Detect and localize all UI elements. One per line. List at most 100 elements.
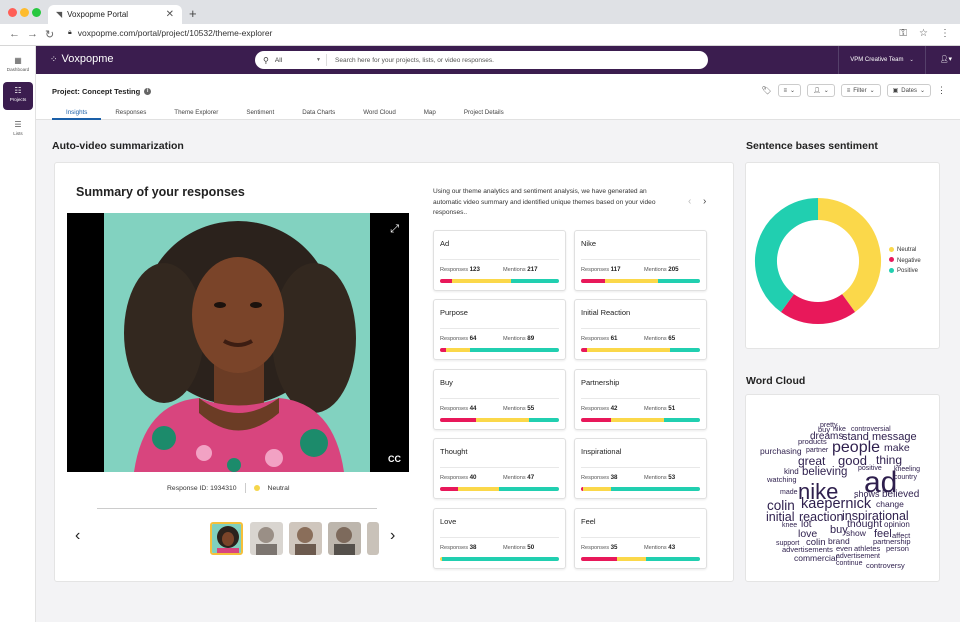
tag-icon[interactable]: 🏷︎ [761, 86, 771, 95]
word-cloud-word[interactable]: commercial [794, 554, 837, 563]
maximize-window-button[interactable] [32, 8, 41, 17]
rail-item-lists[interactable]: ☰ Lists [3, 116, 33, 144]
word-cloud-word[interactable]: make [884, 443, 910, 454]
fullscreen-icon[interactable]: ⤢ [390, 223, 399, 236]
previous-response-arrow-icon[interactable]: ‹ [75, 527, 80, 545]
neutral-segment [457, 487, 500, 491]
donut-slice-negative[interactable] [780, 293, 856, 324]
theme-card[interactable]: Ad Responses 123 Mentions 217 [433, 230, 566, 291]
word-cloud-word[interactable]: athletes [854, 545, 880, 553]
dates-button[interactable]: ▣ Dates ⌄ [886, 84, 931, 97]
next-page-arrow-icon[interactable]: › [703, 196, 706, 207]
respondent-button[interactable]: 👤︎ ⌄ [807, 84, 835, 97]
tab-project-details[interactable]: Project Details [450, 109, 518, 120]
word-cloud-word[interactable]: believing [802, 466, 847, 479]
donut-slice-positive[interactable] [755, 198, 819, 312]
word-cloud-word[interactable]: purchasing [760, 447, 802, 456]
previous-page-arrow-icon[interactable]: ‹ [688, 196, 691, 207]
word-cloud-word[interactable]: kneeling [894, 466, 920, 473]
divider [440, 398, 559, 399]
tab-sentiment[interactable]: Sentiment [232, 109, 288, 120]
responses-label: Responses [440, 545, 468, 551]
next-response-arrow-icon[interactable]: › [390, 527, 395, 545]
positive-segment [511, 279, 559, 283]
key-icon[interactable]: ⚿ [899, 28, 907, 39]
theme-mentions: Mentions 53 [644, 474, 675, 481]
theme-card[interactable]: Feel Responses 35 Mentions 43 [574, 508, 707, 569]
theme-card[interactable]: Nike Responses 117 Mentions 205 [574, 230, 707, 291]
close-window-button[interactable] [8, 8, 17, 17]
rail-item-projects[interactable]: ☷ Projects [3, 82, 33, 110]
video-player[interactable]: ⤢ CC [67, 213, 409, 472]
donut-slice-neutral[interactable] [817, 198, 881, 312]
theme-card[interactable]: Thought Responses 40 Mentions 47 [433, 438, 566, 499]
more-options-icon[interactable]: ⋮ [937, 85, 946, 96]
tab-word-cloud[interactable]: Word Cloud [349, 109, 410, 120]
word-cloud-word[interactable]: person [886, 545, 909, 553]
word-cloud-word[interactable]: continue [836, 560, 862, 567]
word-cloud-word[interactable]: change [876, 500, 904, 509]
calendar-icon: ▣ [892, 88, 899, 94]
tab-data-charts[interactable]: Data Charts [288, 109, 349, 120]
browser-menu-icon[interactable]: ⋮ [940, 28, 950, 39]
sentiment-heading: Sentence bases sentiment [746, 140, 878, 152]
word-cloud-word[interactable]: advertisement [836, 553, 880, 560]
response-thumbnail[interactable] [367, 522, 379, 555]
rail-item-dashboard[interactable]: ▦ Dashboard [3, 52, 33, 80]
voxpopme-logo[interactable]: ⁘ Voxpopme [50, 53, 114, 65]
theme-card[interactable]: Inspirational Responses 38 Mentions 53 [574, 438, 707, 499]
theme-card[interactable]: Initial Reaction Responses 61 Mentions 65 [574, 299, 707, 360]
negative-segment [440, 279, 452, 283]
divider [581, 259, 700, 260]
response-thumbnail[interactable] [250, 522, 283, 555]
respondent-portrait-image [104, 213, 370, 472]
word-cloud-word[interactable]: watching [767, 476, 797, 484]
theme-mentions: Mentions 89 [503, 335, 534, 342]
response-thumbnail[interactable] [210, 522, 243, 555]
responses-label: Responses [581, 545, 609, 551]
theme-mentions: Mentions 43 [644, 544, 675, 551]
negative-segment [581, 279, 605, 283]
filter-button[interactable]: ≡ Filter ⌄ [840, 84, 881, 97]
positive-segment [670, 348, 700, 352]
tab-theme-explorer[interactable]: Theme Explorer [160, 109, 232, 120]
info-icon[interactable]: i [144, 88, 152, 95]
theme-mentions: Mentions 47 [503, 474, 534, 481]
bookmark-star-icon[interactable]: ☆ [919, 28, 928, 39]
word-cloud-word[interactable]: even [836, 545, 852, 553]
back-icon[interactable]: ← [9, 28, 20, 40]
minimize-window-button[interactable] [20, 8, 29, 17]
search-input[interactable]: Search here for your projects, lists, or… [327, 57, 494, 64]
theme-card[interactable]: Buy Responses 44 Mentions 55 [433, 369, 566, 430]
positive-swatch [889, 267, 894, 273]
close-tab-icon[interactable]: ✕ [166, 9, 174, 20]
theme-card[interactable]: Love Responses 38 Mentions 50 [433, 508, 566, 569]
word-cloud-word[interactable]: made [780, 489, 798, 496]
theme-card[interactable]: Purpose Responses 64 Mentions 89 [433, 299, 566, 360]
project-title: Project: Concept Testing i [52, 87, 152, 96]
response-thumbnail[interactable] [289, 522, 322, 555]
word-cloud-word[interactable]: knee [782, 522, 797, 529]
word-cloud-word[interactable]: country [894, 474, 917, 481]
url-field[interactable]: 🔒︎ voxpopme.com/portal/project/10532/the… [68, 28, 272, 38]
word-cloud-word[interactable]: controversy [866, 562, 905, 570]
forward-icon[interactable]: → [27, 28, 38, 40]
positive-segment [664, 418, 700, 422]
search-scope-select[interactable]: ⚲ All ▼ [255, 54, 327, 66]
tab-map[interactable]: Map [410, 109, 450, 120]
theme-card[interactable]: Partnership Responses 42 Mentions 51 [574, 369, 707, 430]
tab-responses[interactable]: Responses [101, 109, 160, 120]
word-cloud-word[interactable]: partner [806, 447, 828, 454]
team-select[interactable]: VPM Creative Team ⌄ [838, 46, 926, 74]
responses-count: 44 [469, 405, 477, 412]
sort-button[interactable]: ≡ ⌄ [777, 84, 802, 97]
response-thumbnail[interactable] [328, 522, 361, 555]
word-cloud-word[interactable]: products [798, 438, 827, 446]
closed-captions-button[interactable]: CC [388, 454, 401, 464]
tab-insights[interactable]: Insights [52, 109, 102, 120]
browser-tab[interactable]: ◥ Voxpopme Portal ✕ [48, 5, 182, 24]
new-tab-button[interactable]: + [189, 6, 197, 21]
responses-count: 35 [610, 544, 618, 551]
reload-icon[interactable]: ↻ [45, 28, 54, 41]
user-menu-icon[interactable]: 👤︎▾ [940, 55, 952, 63]
